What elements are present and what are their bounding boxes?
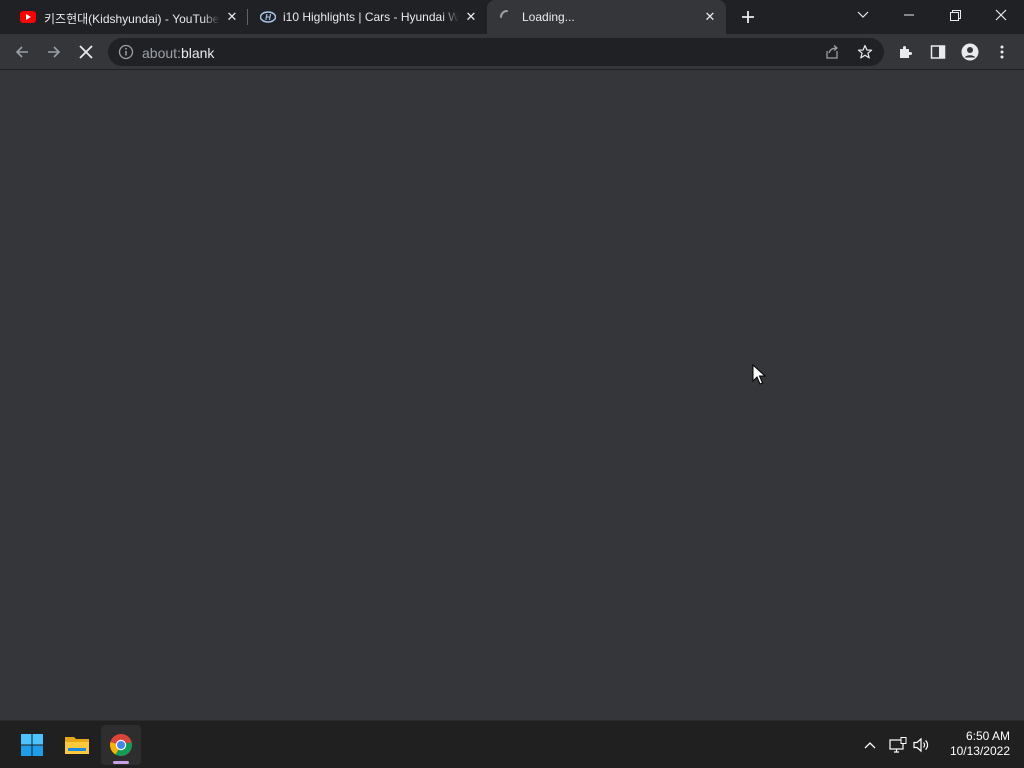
- mouse-cursor-icon: [752, 364, 766, 385]
- forward-button[interactable]: [42, 40, 66, 64]
- show-hidden-icons-button[interactable]: [860, 735, 880, 755]
- taskbar: 6:50 AM 10/13/2022: [0, 720, 1024, 768]
- clock-time: 6:50 AM: [965, 729, 1010, 743]
- browser-toolbar: about:blank: [0, 34, 1024, 70]
- side-panel-icon: [930, 45, 946, 59]
- close-icon: [79, 45, 93, 59]
- tab-youtube[interactable]: 키즈현대(Kidshyundai) - YouTube ✕: [0, 0, 246, 34]
- url-text[interactable]: about:blank: [142, 45, 214, 61]
- speaker-icon: [913, 737, 929, 753]
- profile-button[interactable]: [958, 40, 982, 64]
- stop-loading-button[interactable]: [74, 40, 98, 64]
- network-icon: [889, 737, 907, 753]
- tab-title: 키즈현대(Kidshyundai) - YouTube: [44, 12, 220, 26]
- tab-search-button[interactable]: [840, 0, 886, 30]
- tab-loading[interactable]: Loading... ✕: [487, 0, 726, 34]
- tab-title: Loading...: [522, 10, 575, 24]
- arrow-left-icon: [15, 46, 28, 58]
- page-content[interactable]: [0, 71, 1024, 720]
- tab-close-icon[interactable]: ✕: [224, 9, 240, 25]
- close-icon: [995, 9, 1007, 21]
- bookmark-star-icon[interactable]: [857, 44, 873, 60]
- minimize-button[interactable]: [886, 0, 932, 30]
- system-clock[interactable]: 6:50 AM 10/13/2022: [940, 729, 1010, 759]
- side-panel-button[interactable]: [926, 40, 950, 64]
- url-path: blank: [180, 45, 215, 61]
- file-explorer-icon: [65, 737, 89, 754]
- address-bar[interactable]: about:blank: [108, 38, 884, 66]
- tab-strip: 키즈현대(Kidshyundai) - YouTube ✕ H i10 High…: [0, 0, 1024, 34]
- clock-date: 10/13/2022: [949, 744, 1010, 758]
- profile-icon: [961, 43, 979, 61]
- restore-button[interactable]: [932, 0, 978, 30]
- file-explorer-button[interactable]: [57, 725, 97, 765]
- start-icon: [21, 734, 43, 756]
- url-scheme: about:: [142, 45, 181, 61]
- puzzle-icon: [900, 46, 912, 58]
- hyundai-icon: H: [259, 10, 277, 24]
- arrow-right-icon: [48, 46, 61, 58]
- share-icon[interactable]: [824, 44, 840, 60]
- youtube-icon: [20, 10, 36, 24]
- info-icon[interactable]: [118, 44, 134, 60]
- chrome-icon: [110, 734, 132, 756]
- extensions-button[interactable]: [894, 40, 918, 64]
- plus-icon: [742, 11, 754, 23]
- minimize-icon: [904, 14, 914, 16]
- tab-hyundai[interactable]: H i10 Highlights | Cars - Hyundai Worldw…: [248, 0, 486, 34]
- volume-button[interactable]: [912, 735, 932, 755]
- more-vert-icon: [1000, 45, 1004, 59]
- chrome-taskbar-button[interactable]: [101, 725, 141, 765]
- tab-close-icon[interactable]: ✕: [463, 9, 479, 25]
- back-button[interactable]: [10, 40, 34, 64]
- menu-button[interactable]: [990, 40, 1014, 64]
- restore-icon: [949, 9, 961, 21]
- tab-title: i10 Highlights | Cars - Hyundai Worldwid…: [283, 10, 459, 24]
- running-indicator: [113, 761, 129, 764]
- new-tab-button[interactable]: [738, 7, 758, 27]
- network-button[interactable]: [888, 735, 908, 755]
- chevron-up-icon: [864, 742, 876, 749]
- close-window-button[interactable]: [978, 0, 1024, 30]
- tab-close-icon[interactable]: ✕: [702, 9, 718, 25]
- start-button[interactable]: [12, 725, 52, 765]
- svg-text:H: H: [265, 13, 271, 22]
- chevron-down-icon: [857, 11, 869, 18]
- loading-spinner-icon: [499, 9, 515, 23]
